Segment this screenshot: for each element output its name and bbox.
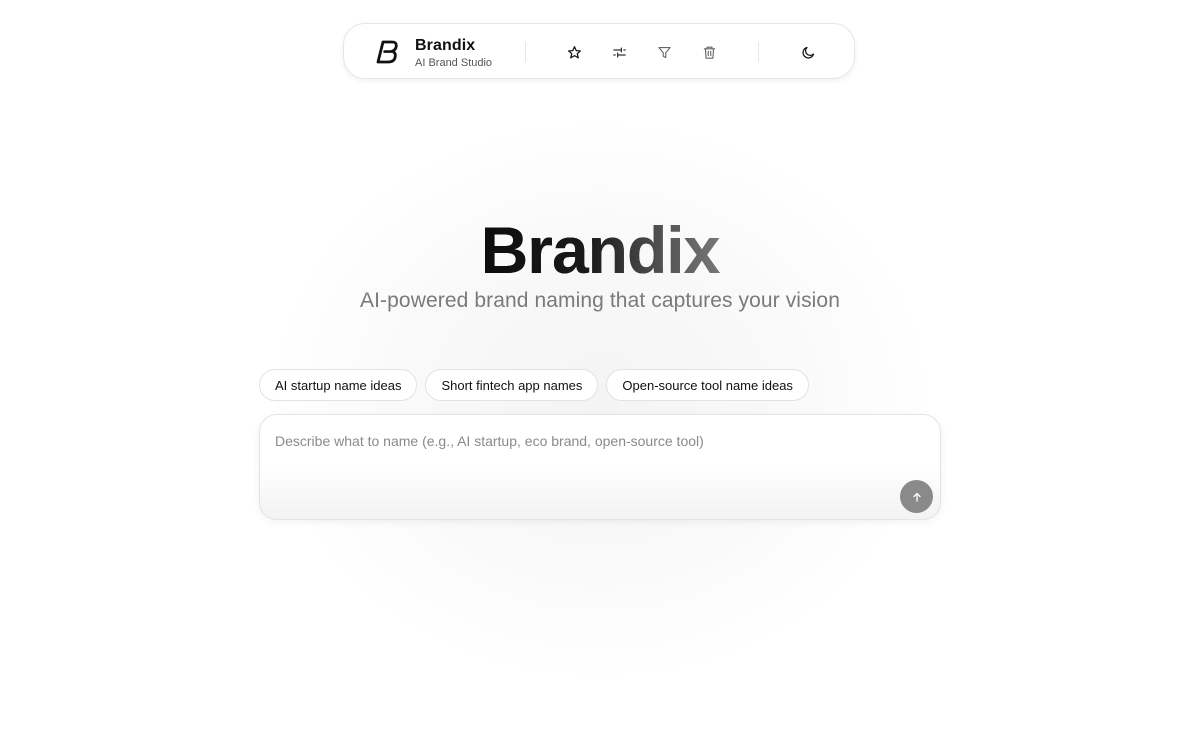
page: Brandix AI Brand Studio Brandix AI-power… [0, 0, 1200, 750]
arrow-up-icon [912, 492, 921, 502]
suggestion-chip-open-source[interactable]: Open-source tool name ideas [606, 369, 809, 401]
send-button[interactable] [900, 480, 933, 513]
nav-divider [525, 42, 526, 62]
clear-history-button[interactable] [697, 40, 721, 64]
brand-name: Brandix [415, 37, 476, 54]
hero-subtitle: AI-powered brand naming that captures yo… [360, 289, 840, 312]
brand-logo-icon[interactable] [375, 39, 401, 65]
settings-button[interactable] [607, 40, 631, 64]
star-icon [567, 45, 581, 58]
hero-title: Brandix [0, 210, 1200, 290]
prompt-box [259, 414, 941, 520]
hero-title-text: Brandix [480, 213, 721, 287]
prompt-input[interactable] [275, 429, 895, 453]
theme-toggle-button[interactable] [796, 40, 820, 64]
favorites-button[interactable] [562, 40, 586, 64]
filter-icon [657, 46, 671, 58]
suggestion-chip-ai-startup[interactable]: AI startup name ideas [259, 369, 418, 401]
filter-button[interactable] [652, 40, 676, 64]
brand-subtitle: AI Brand Studio [415, 57, 493, 69]
suggestion-chip-fintech[interactable]: Short fintech app names [425, 369, 599, 401]
trash-icon [703, 46, 715, 59]
moon-icon [801, 46, 814, 59]
nav-divider [758, 42, 759, 62]
sliders-icon [612, 47, 626, 57]
top-navbar: Brandix AI Brand Studio [343, 23, 855, 79]
suggestion-chips: AI startup name ideas Short fintech app … [259, 369, 809, 401]
